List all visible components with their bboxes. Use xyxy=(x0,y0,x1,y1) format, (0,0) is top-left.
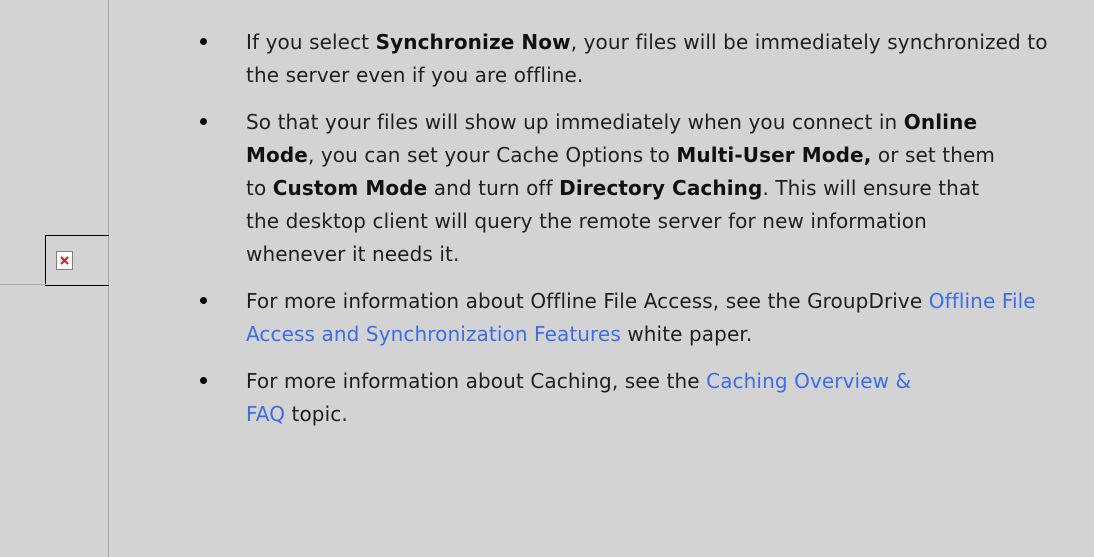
bullet-icon xyxy=(200,297,207,304)
list-item: If you select Synchronize Now, your file… xyxy=(195,26,1080,92)
bullet-icon xyxy=(200,377,207,384)
left-column xyxy=(0,0,109,557)
bullet-text: If you select Synchronize Now, your file… xyxy=(246,30,1048,87)
bullet-icon xyxy=(200,118,207,125)
bold-term: Directory Caching xyxy=(559,176,763,200)
list-item: So that your files will show up immediat… xyxy=(195,106,1016,271)
bullet-text: For more information about Offline File … xyxy=(246,289,1036,346)
bullet-list: If you select Synchronize Now, your file… xyxy=(195,26,1094,445)
list-item: For more information about Caching, see … xyxy=(195,365,946,431)
bullet-text: So that your files will show up immediat… xyxy=(246,110,996,266)
help-page: If you select Synchronize Now, your file… xyxy=(0,0,1094,557)
list-item: For more information about Offline File … xyxy=(195,285,1080,351)
image-frame xyxy=(0,235,109,286)
bullet-icon xyxy=(200,38,207,45)
bullet-text: For more information about Caching, see … xyxy=(246,369,912,426)
bold-term: Custom Mode xyxy=(272,176,428,200)
bold-term: Multi-User Mode, xyxy=(676,143,872,167)
bold-term: Synchronize Now xyxy=(375,30,571,54)
broken-image-icon xyxy=(56,251,73,270)
